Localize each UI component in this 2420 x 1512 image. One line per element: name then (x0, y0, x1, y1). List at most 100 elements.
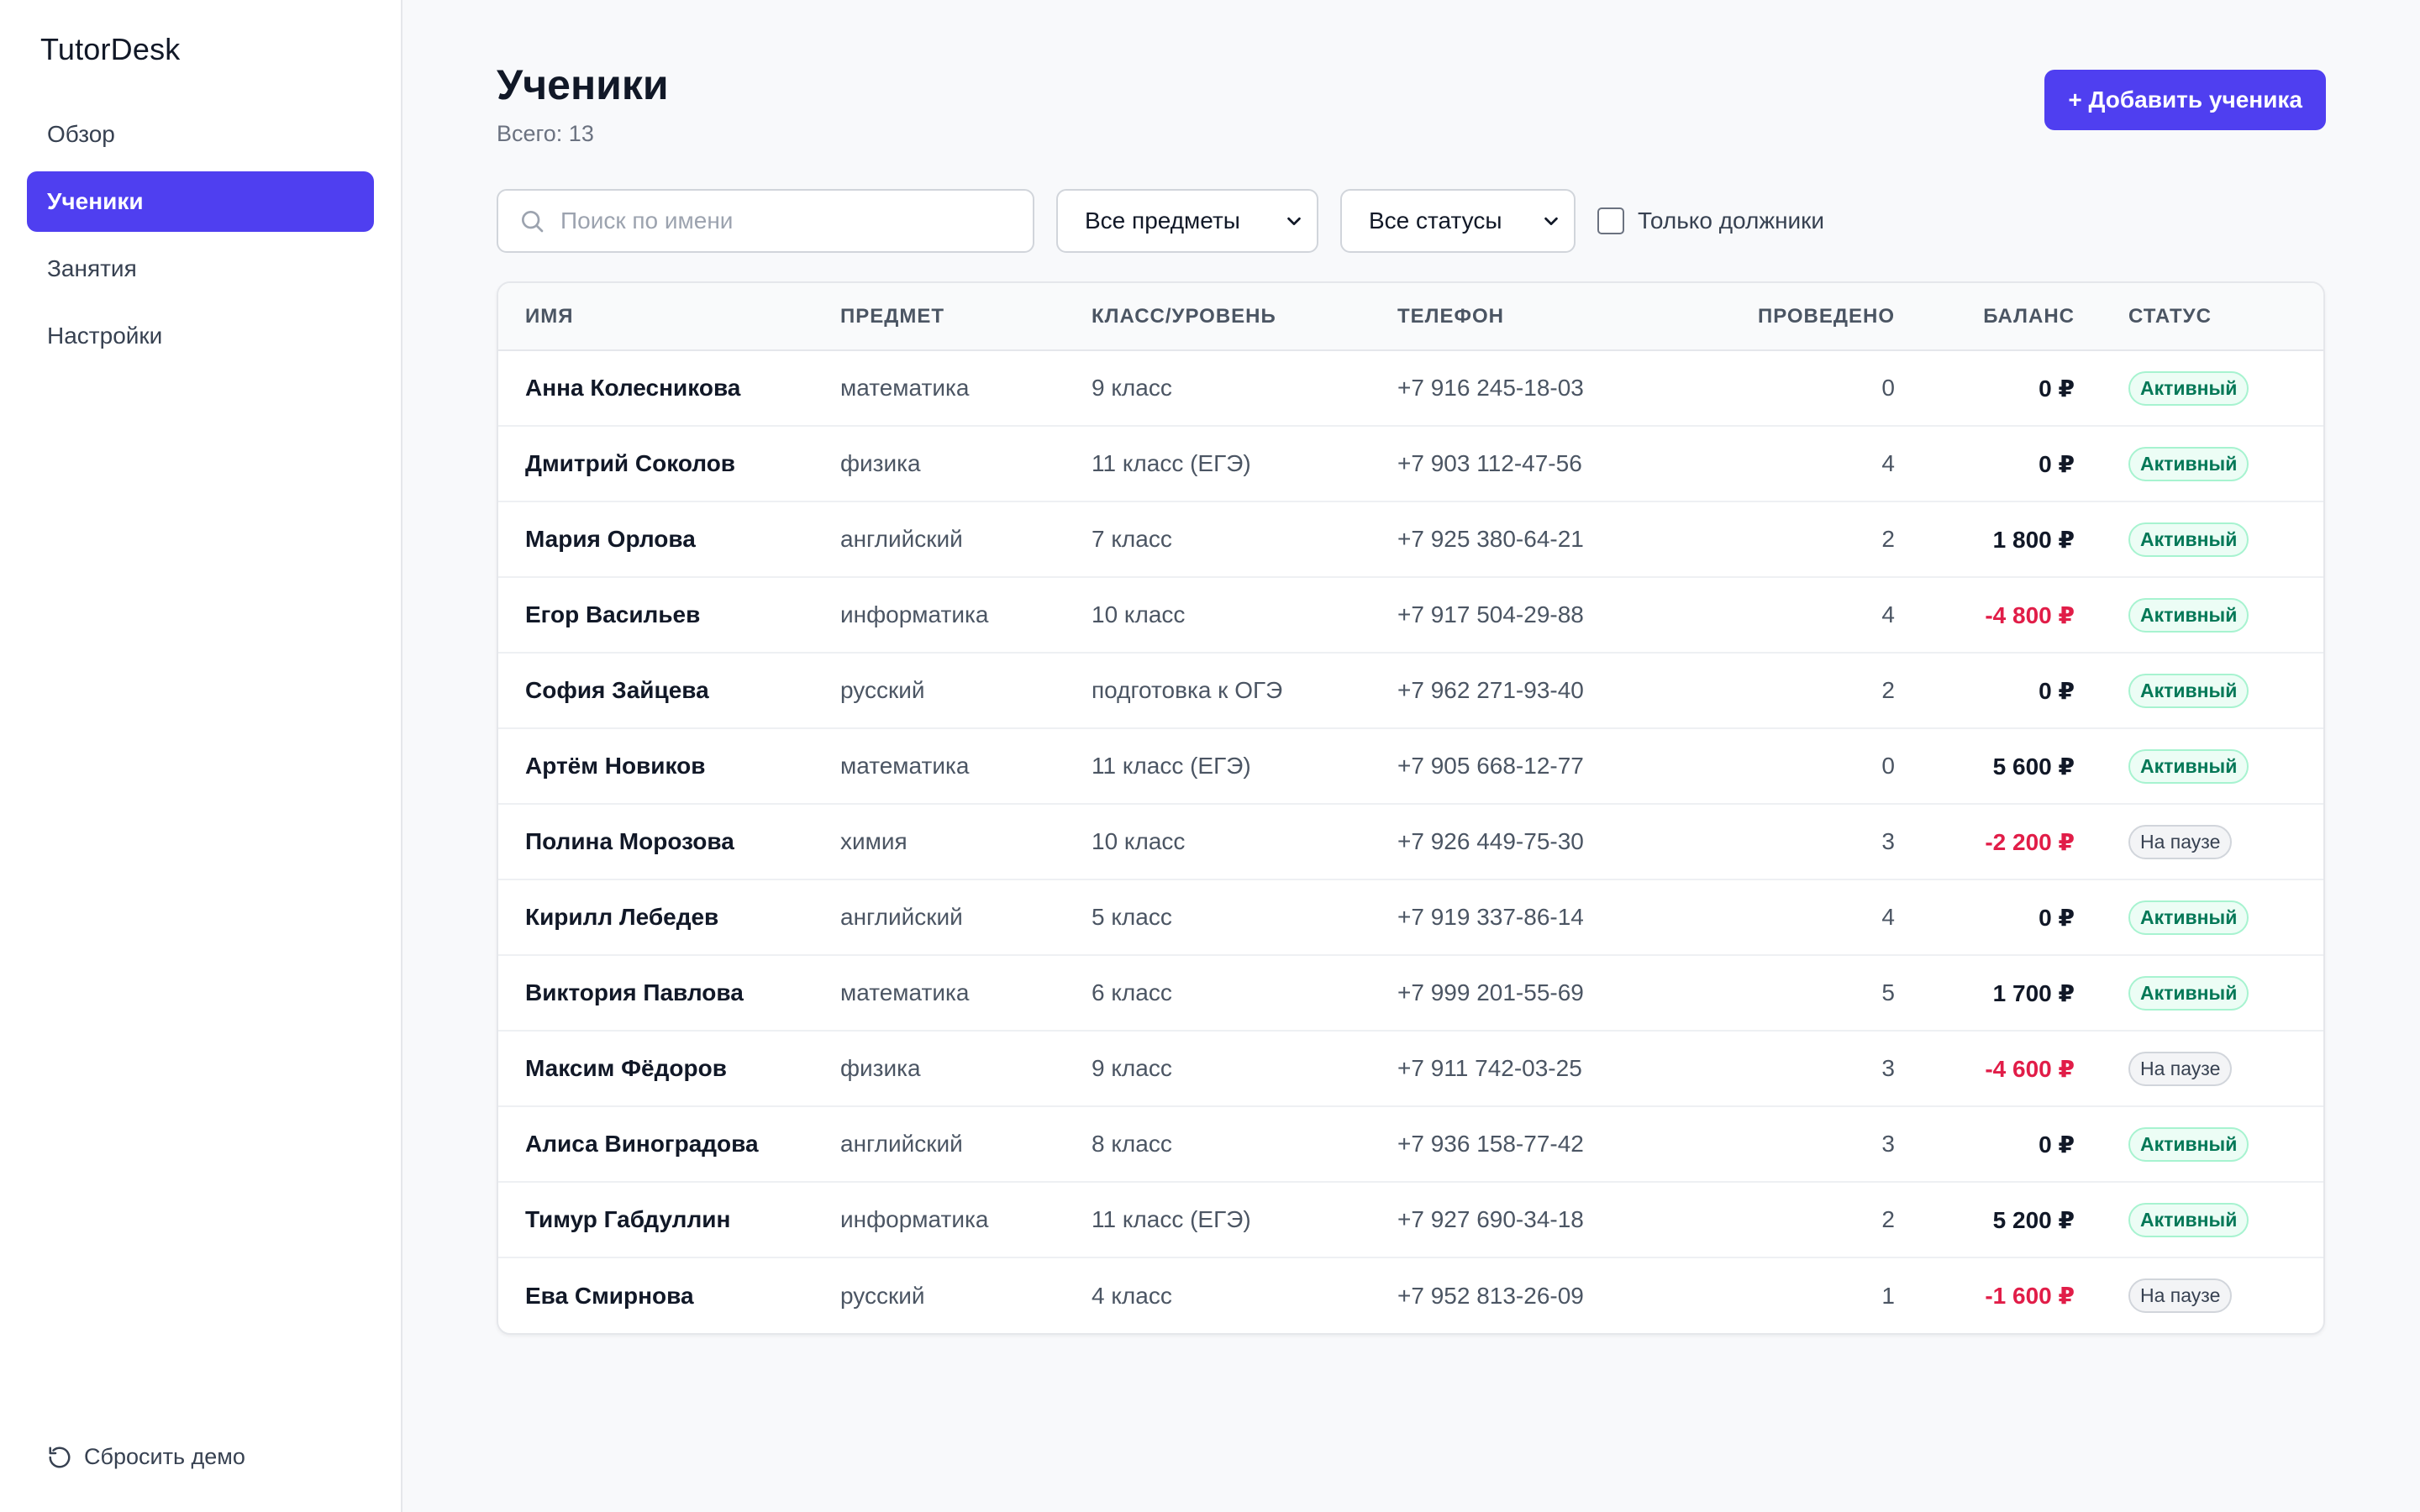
status-select[interactable]: Все статусы (1340, 189, 1576, 253)
chevron-down-icon (1287, 217, 1301, 226)
reset-demo-button[interactable]: Сбросить демо (47, 1444, 245, 1470)
sidebar: TutorDesk Обзор Ученики Занятия Настройк… (0, 0, 402, 1512)
lessons-done: 5 (1881, 979, 1895, 1005)
table-row[interactable]: Егор Васильев информатика 10 класс +7 917 5… (498, 577, 2323, 653)
student-phone: +7 911 742-03-25 (1397, 1055, 1582, 1081)
search-input[interactable] (560, 207, 1033, 234)
student-balance: 0 ₽ (2039, 375, 2075, 402)
student-subject: физика (840, 450, 921, 476)
status-cell: Активный (2075, 728, 2323, 804)
reset-icon (49, 1446, 71, 1467)
student-name[interactable]: Артём Новиков (498, 728, 840, 804)
student-name[interactable]: Дмитрий Соколов (498, 426, 840, 501)
student-phone: +7 999 201-55-69 (1397, 979, 1584, 1005)
subject-select[interactable]: Все предметы (1056, 189, 1318, 253)
student-phone: +7 962 271-93-40 (1397, 677, 1584, 703)
status-badge: На паузе (2128, 1278, 2233, 1313)
status-badge: Активный (2128, 748, 2249, 784)
student-phone: +7 905 668-12-77 (1397, 753, 1584, 779)
table-row[interactable]: Тимур Габдуллин информатика 11 класс (ЕГЭ)… (498, 1182, 2323, 1257)
status-cell: Активный (2075, 1182, 2323, 1257)
main-content: Ученики Всего: 13 + Добавить ученика Все… (402, 0, 2420, 1512)
student-balance: -1 600 ₽ (1985, 1283, 2075, 1309)
student-balance: 5 600 ₽ (1992, 753, 2075, 780)
status-cell: На паузе (2075, 804, 2323, 879)
column-header-name[interactable]: Имя (498, 283, 840, 350)
student-phone: +7 925 380-64-21 (1397, 526, 1584, 552)
sidebar-item-overview[interactable]: Обзор (27, 104, 374, 165)
column-header-done[interactable]: Проведено (1717, 283, 1895, 350)
table-row[interactable]: Дмитрий Соколов физика 11 класс (ЕГЭ) +7 90… (498, 426, 2323, 501)
column-header-level[interactable]: Класс/уровень (1092, 283, 1397, 350)
table-row[interactable]: Мария Орлова английский 7 класс +7 925 380-… (498, 501, 2323, 577)
status-cell: Активный (2075, 653, 2323, 728)
student-name[interactable]: Полина Морозова (498, 804, 840, 879)
table-row[interactable]: Артём Новиков математика 11 класс (ЕГЭ) +7 … (498, 728, 2323, 804)
student-name[interactable]: Анна Колесникова (498, 350, 840, 426)
table-row[interactable]: Алиса Виноградова английский 8 класс +7 936… (498, 1106, 2323, 1182)
lessons-done: 4 (1881, 904, 1895, 930)
status-badge: Активный (2128, 522, 2249, 557)
sidebar-item-lessons[interactable]: Занятия (27, 239, 374, 299)
student-name[interactable]: Ева Смирнова (498, 1257, 840, 1333)
debtors-only-checkbox[interactable] (1597, 207, 1624, 234)
student-subject: английский (840, 526, 963, 552)
search-box[interactable] (497, 189, 1034, 253)
status-badge: Активный (2128, 446, 2249, 481)
status-badge: Активный (2128, 370, 2249, 406)
student-name[interactable]: София Зайцева (498, 653, 840, 728)
student-level: 10 класс (1092, 828, 1186, 854)
lessons-done: 0 (1881, 753, 1895, 779)
table-row[interactable]: Виктория Павлова математика 6 класс +7 999 … (498, 955, 2323, 1031)
students-table: Имя Предмет Класс/уровень Телефон Провед… (498, 283, 2323, 1333)
student-balance: 0 ₽ (2039, 677, 2075, 704)
sidebar-item-settings[interactable]: Настройки (27, 306, 374, 366)
student-name[interactable]: Мария Орлова (498, 501, 840, 577)
student-name[interactable]: Тимур Габдуллин (498, 1182, 840, 1257)
student-phone: +7 916 245-18-03 (1397, 375, 1584, 401)
table-row[interactable]: София Зайцева русский подготовка к ОГЭ +7 9… (498, 653, 2323, 728)
student-subject: информатика (840, 1206, 989, 1232)
student-name[interactable]: Алиса Виноградова (498, 1106, 840, 1182)
debtors-only-filter[interactable]: Только должники (1597, 207, 1824, 234)
table-row[interactable]: Максим Фёдоров физика 9 класс +7 911 742-03… (498, 1031, 2323, 1106)
table-row[interactable]: Кирилл Лебедев английский 5 класс +7 919 33… (498, 879, 2323, 955)
column-header-phone[interactable]: Телефон (1397, 283, 1717, 350)
lessons-done: 3 (1881, 1131, 1895, 1157)
student-balance: 1 700 ₽ (1992, 979, 2075, 1006)
table-row[interactable]: Ева Смирнова русский 4 класс +7 952 813-26-… (498, 1257, 2323, 1333)
lessons-done: 2 (1881, 526, 1895, 552)
status-badge: Активный (2128, 1202, 2249, 1237)
table-row[interactable]: Полина Морозова химия 10 класс +7 926 449-7… (498, 804, 2323, 879)
sidebar-item-students[interactable]: Ученики (27, 171, 374, 232)
table-row[interactable]: Анна Колесникова математика 9 класс +7 916 … (498, 350, 2323, 426)
table-body: Анна Колесникова математика 9 класс +7 916 … (498, 350, 2323, 1333)
student-balance: -4 600 ₽ (1985, 1055, 2075, 1082)
status-cell: Активный (2075, 501, 2323, 577)
status-cell: На паузе (2075, 1257, 2323, 1333)
student-name[interactable]: Егор Васильев (498, 577, 840, 653)
column-header-balance[interactable]: Баланс (1895, 283, 2075, 350)
students-table-card: Имя Предмет Класс/уровень Телефон Провед… (497, 281, 2325, 1335)
column-header-subject[interactable]: Предмет (840, 283, 1092, 350)
student-name[interactable]: Кирилл Лебедев (498, 879, 840, 955)
student-phone: +7 936 158-77-42 (1397, 1131, 1584, 1157)
student-level: 5 класс (1092, 904, 1172, 930)
student-subject: русский (840, 1282, 925, 1309)
column-header-status[interactable]: Статус (2075, 283, 2323, 350)
lessons-done: 3 (1881, 828, 1895, 854)
student-name[interactable]: Виктория Павлова (498, 955, 840, 1031)
student-subject: математика (840, 979, 970, 1005)
status-cell: Активный (2075, 426, 2323, 501)
debtors-only-label: Только должники (1638, 207, 1825, 234)
lessons-done: 4 (1881, 601, 1895, 627)
add-student-button[interactable]: + Добавить ученика (2044, 70, 2326, 130)
status-badge: Активный (2128, 1126, 2249, 1162)
lessons-done: 2 (1881, 677, 1895, 703)
status-cell: Активный (2075, 350, 2323, 426)
student-phone: +7 919 337-86-14 (1397, 904, 1584, 930)
student-level: 6 класс (1092, 979, 1172, 1005)
table-header-row: Имя Предмет Класс/уровень Телефон Провед… (498, 283, 2323, 350)
status-badge: На паузе (2128, 824, 2233, 859)
student-name[interactable]: Максим Фёдоров (498, 1031, 840, 1106)
